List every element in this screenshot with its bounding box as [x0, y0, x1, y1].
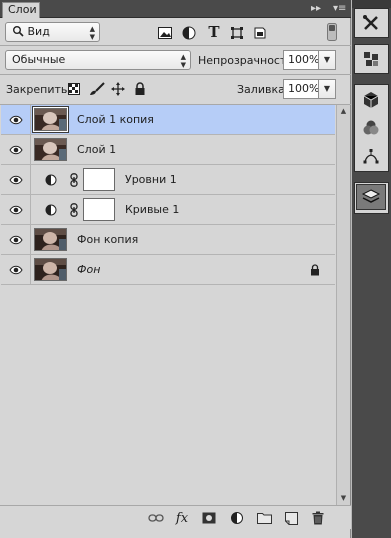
new-layer-icon[interactable]	[282, 510, 300, 526]
layer-row[interactable]: Кривые 1	[1, 195, 335, 225]
blend-mode-value: Обычные	[12, 53, 66, 66]
lock-label: Закрепить:	[6, 83, 72, 96]
filter-toggle-switch[interactable]	[324, 23, 340, 41]
link-icon[interactable]	[147, 510, 165, 526]
new-group-icon[interactable]	[255, 510, 273, 526]
layer-thumbnail[interactable]	[34, 258, 67, 281]
filter-smart-object-icon[interactable]	[252, 25, 268, 41]
layers-icon[interactable]	[356, 184, 386, 210]
add-mask-icon[interactable]	[200, 510, 218, 526]
filter-kind-select[interactable]: Вид ▲ ▼	[5, 22, 100, 42]
layer-thumbnail[interactable]	[34, 138, 67, 161]
filter-pixel-icon[interactable]	[157, 25, 173, 41]
layer-name: Слой 1 копия	[77, 113, 154, 126]
layer-row[interactable]: Фон копия	[1, 225, 335, 255]
paths-icon[interactable]	[356, 143, 386, 169]
fill-input[interactable]: 100%	[283, 79, 319, 99]
3d-icon[interactable]	[356, 87, 386, 113]
channels-icon[interactable]	[356, 115, 386, 141]
filter-adjustment-icon[interactable]	[181, 25, 197, 41]
panel-menu-icon[interactable]: ▾≡	[333, 2, 346, 16]
scroll-up-button[interactable]: ▲	[337, 105, 350, 118]
visibility-eye-icon[interactable]	[1, 225, 31, 254]
dock-group	[354, 8, 389, 38]
tab-layers[interactable]: Слои	[2, 2, 40, 18]
adjustment-layer-icon	[43, 202, 59, 218]
layer-row[interactable]: Уровни 1	[1, 165, 335, 195]
layer-thumbnail[interactable]	[33, 107, 68, 132]
layer-mask-thumbnail[interactable]	[83, 198, 115, 221]
filter-type-icon[interactable]: T	[206, 23, 222, 41]
dock-group	[354, 182, 389, 214]
visibility-eye-icon[interactable]	[1, 105, 31, 134]
layer-name: Кривые 1	[125, 203, 180, 216]
layer-row[interactable]: Фон	[1, 255, 335, 285]
chevron-updown-icon: ▲ ▼	[180, 53, 186, 69]
layers-panel: Слои ▸▸ ▾≡ Вид ▲ ▼ T Обычные ▲ ▼ Непрозр…	[0, 0, 351, 538]
trash-icon[interactable]	[309, 510, 327, 526]
lock-row: Закрепить: Заливка: 100% ▼	[0, 75, 351, 104]
lock-image-pixels-icon[interactable]	[89, 81, 105, 97]
search-icon	[12, 25, 24, 37]
fx-icon[interactable]: fx	[173, 510, 191, 526]
filter-row: Вид ▲ ▼ T	[0, 19, 351, 45]
collapse-icon[interactable]: ▸▸	[311, 2, 321, 16]
opacity-dropdown-button[interactable]: ▼	[318, 50, 336, 70]
panel-tab-bar: Слои ▸▸ ▾≡	[0, 0, 351, 18]
blend-mode-select[interactable]: Обычные ▲ ▼	[5, 50, 191, 70]
lock-all-icon[interactable]	[132, 81, 148, 97]
layers-bottom-bar: fx	[0, 505, 351, 529]
dock-grip[interactable]	[352, 0, 391, 8]
visibility-eye-icon[interactable]	[1, 255, 31, 284]
chevron-updown-icon: ▲ ▼	[89, 25, 95, 41]
filter-kind-label: Вид	[27, 25, 50, 38]
panel-dock	[352, 0, 391, 538]
lock-icon	[307, 262, 323, 278]
fill-label: Заливка:	[237, 83, 289, 96]
visibility-eye-icon[interactable]	[1, 195, 31, 224]
layer-name: Слой 1	[77, 143, 117, 156]
mask-link-icon[interactable]	[66, 172, 82, 188]
fill-dropdown-button[interactable]: ▼	[318, 79, 336, 99]
visibility-eye-icon[interactable]	[1, 165, 31, 194]
layer-mask-thumbnail[interactable]	[83, 168, 115, 191]
filter-shape-icon[interactable]	[229, 25, 245, 41]
3d-cubes-icon[interactable]	[356, 46, 386, 72]
blend-row: Обычные ▲ ▼ Непрозрачность: 100% ▼	[0, 46, 351, 74]
layer-row[interactable]: Слой 1	[1, 135, 335, 165]
visibility-eye-icon[interactable]	[1, 135, 31, 164]
dock-group	[354, 84, 389, 172]
opacity-input[interactable]: 100%	[283, 50, 319, 70]
opacity-label: Непрозрачность:	[198, 54, 297, 67]
layers-scrollbar[interactable]: ▲ ▼	[336, 105, 350, 505]
adjustment-layer-icon	[43, 172, 59, 188]
tools-icon[interactable]	[356, 10, 386, 36]
adjustment-layer-icon[interactable]	[228, 510, 246, 526]
lock-position-icon[interactable]	[110, 81, 126, 97]
lock-transparent-pixels-icon[interactable]	[66, 81, 82, 97]
layers-list: Слой 1 копия Слой 1 Уровни 1 Кривые 1 Фо…	[1, 105, 335, 505]
layer-name: Уровни 1	[125, 173, 177, 186]
layer-name: Фон копия	[77, 233, 139, 246]
scroll-down-button[interactable]: ▼	[337, 492, 350, 505]
layer-name: Фон	[77, 263, 101, 276]
dock-group	[354, 44, 389, 74]
mask-link-icon[interactable]	[66, 202, 82, 218]
layer-row[interactable]: Слой 1 копия	[1, 105, 335, 135]
layer-thumbnail[interactable]	[34, 228, 67, 251]
